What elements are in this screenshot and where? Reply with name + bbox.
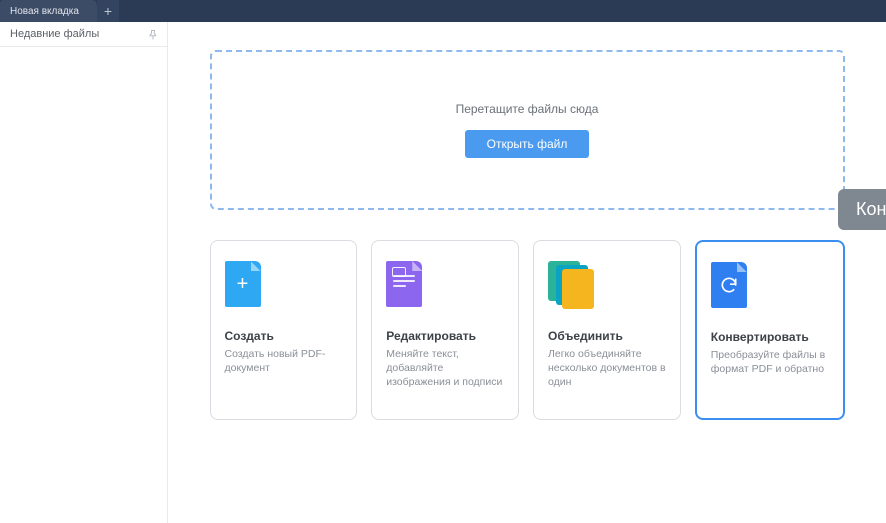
card-desc: Меняйте текст, добавляйте изображения и … — [386, 347, 504, 390]
card-desc: Преобразуйте файлы в формат PDF и обратн… — [711, 348, 829, 376]
plus-icon: + — [104, 3, 112, 19]
app-layout: Недавние файлы Перетащите файлы сюда Отк… — [0, 22, 886, 523]
edit-file-icon — [386, 261, 504, 319]
merge-files-icon — [548, 261, 666, 319]
card-create[interactable]: + Создать Создать новый PDF-документ — [210, 240, 358, 420]
card-edit[interactable]: Редактировать Меняйте текст, добавляйте … — [371, 240, 519, 420]
new-tab-button[interactable]: + — [97, 0, 119, 22]
tab-new[interactable]: Новая вкладка — [0, 0, 97, 22]
card-title: Редактировать — [386, 329, 504, 343]
tab-bar: Новая вкладка + — [0, 0, 886, 22]
card-title: Создать — [225, 329, 343, 343]
open-file-button[interactable]: Открыть файл — [465, 130, 590, 158]
create-file-icon: + — [225, 261, 343, 319]
action-cards-row: + Создать Создать новый PDF-документ Ред… — [210, 240, 845, 420]
recent-files-title: Недавние файлы — [10, 28, 99, 40]
card-convert[interactable]: Конвертировать Преобразуйте файлы в форм… — [695, 240, 845, 420]
sidebar: Недавние файлы — [0, 22, 168, 523]
pin-icon[interactable] — [147, 28, 159, 40]
tab-label: Новая вкладка — [10, 6, 79, 17]
card-desc: Создать новый PDF-документ — [225, 347, 343, 375]
convert-file-icon — [711, 262, 829, 320]
file-dropzone[interactable]: Перетащите файлы сюда Открыть файл — [210, 50, 845, 210]
convert-tooltip: Конвертировать — [838, 189, 886, 230]
main-area: Перетащите файлы сюда Открыть файл + Соз… — [168, 22, 886, 523]
card-desc: Легко объединяйте несколько документов в… — [548, 347, 666, 390]
dropzone-hint: Перетащите файлы сюда — [456, 102, 599, 116]
card-title: Конвертировать — [711, 330, 829, 344]
card-merge[interactable]: Объединить Легко объединяйте несколько д… — [533, 240, 681, 420]
card-title: Объединить — [548, 329, 666, 343]
tooltip-text: Конвертировать — [856, 199, 886, 219]
sidebar-recent-files-header: Недавние файлы — [0, 22, 167, 47]
